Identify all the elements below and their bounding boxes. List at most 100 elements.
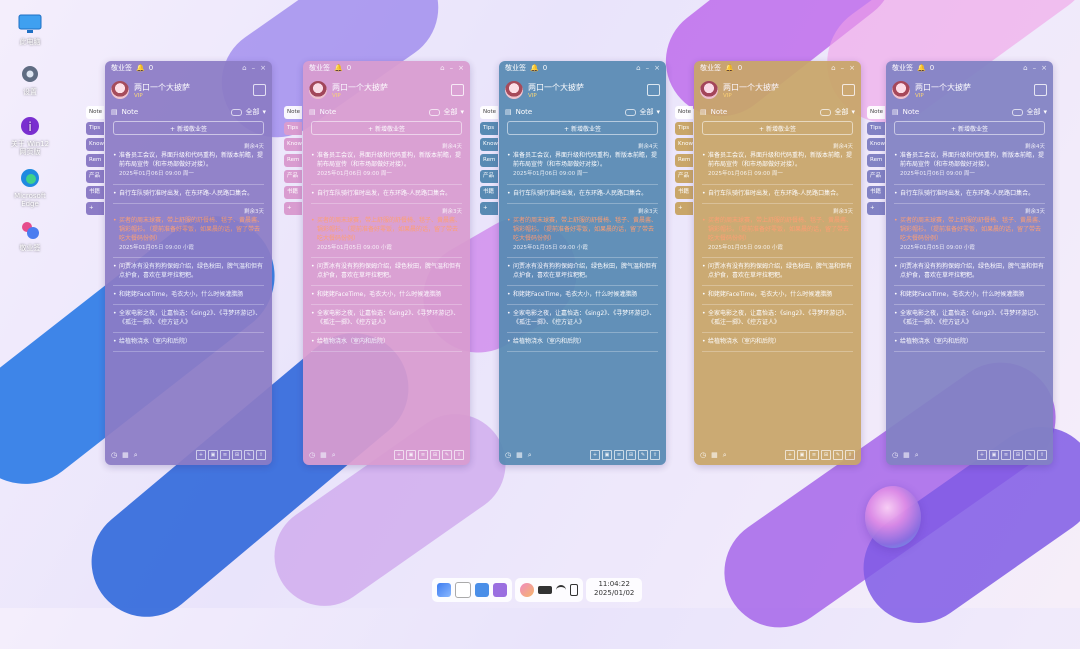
- note-item[interactable]: 剩余3天买者的周末球赛，带上舒服的舒餐椅、毯子、黄晨酱、锅彩帽衫。（提前准备好零…: [113, 204, 264, 258]
- desktop-icon-edge[interactable]: Microsoft Edge: [8, 166, 52, 209]
- note-item[interactable]: 全家电影之夜，让嘉怡选：《sing2》、《寻梦环游记》、《孤注一掷》、《控方证人…: [507, 305, 658, 333]
- calendar-small-icon[interactable]: ▦: [711, 451, 718, 459]
- note-item[interactable]: 剩余3天买者的周末球赛，带上舒服的舒餐椅、毯子、黄晨酱、锅彩帽衫。（提前准备好零…: [702, 204, 853, 258]
- side-tab[interactable]: 书籍: [86, 186, 104, 199]
- filter-dropdown[interactable]: 全部: [245, 107, 259, 117]
- side-tab[interactable]: Tips: [284, 122, 302, 135]
- grid-icon[interactable]: ⊞: [626, 450, 636, 460]
- note-item[interactable]: 问贾冰有没有狗狗保姆介绍，绿色秋田，脾气温和但有点护食，喜欢在草坪拉粑粑。: [702, 258, 853, 286]
- search-icon[interactable]: ⌕: [332, 451, 336, 460]
- add-icon[interactable]: +: [394, 450, 404, 460]
- calendar-small-icon[interactable]: ▦: [516, 451, 523, 459]
- floating-assistant-bubble[interactable]: [865, 486, 921, 548]
- avatar[interactable]: [892, 81, 910, 99]
- calendar-icon[interactable]: [451, 84, 464, 96]
- note-item[interactable]: 问贾冰有没有狗狗保姆介绍，绿色秋田，脾气温和但有点护食，喜欢在草坪拉粑粑。: [894, 258, 1045, 286]
- avatar[interactable]: [505, 81, 523, 99]
- toggle-switch[interactable]: [820, 108, 832, 116]
- add-note-button[interactable]: + 新增敬业签: [894, 121, 1045, 135]
- grid-icon[interactable]: ⊞: [821, 450, 831, 460]
- image-icon[interactable]: ▣: [406, 450, 416, 460]
- toggle-switch[interactable]: [1012, 108, 1024, 116]
- add-icon[interactable]: +: [590, 450, 600, 460]
- pin-icon[interactable]: ⌂: [636, 64, 640, 72]
- pin-icon[interactable]: ⌂: [242, 64, 246, 72]
- side-tab[interactable]: 书籍: [867, 186, 885, 199]
- pin-icon[interactable]: ⌂: [440, 64, 444, 72]
- list-icon[interactable]: ≡: [614, 450, 624, 460]
- add-note-button[interactable]: + 新增敬业签: [113, 121, 264, 135]
- search-icon[interactable]: ⌕: [915, 451, 919, 460]
- filter-dropdown[interactable]: 全部: [639, 107, 653, 117]
- widget-icon[interactable]: [493, 583, 507, 597]
- note-item[interactable]: 和姥姥FaceTime，毛衣大小，什么时候灌腊肠: [507, 286, 658, 305]
- side-tab[interactable]: Know: [284, 138, 302, 151]
- side-tab[interactable]: Rem: [867, 154, 885, 167]
- side-tab[interactable]: +: [867, 202, 885, 215]
- image-icon[interactable]: ▣: [989, 450, 999, 460]
- side-tab[interactable]: Note: [675, 106, 693, 119]
- edit-icon[interactable]: ✎: [244, 450, 254, 460]
- list-icon[interactable]: ≡: [809, 450, 819, 460]
- side-tab[interactable]: +: [675, 202, 693, 215]
- note-item[interactable]: 剩余4天准备员工会议，界面升级和代码重构，新版本前瞻，提前布局宣传（和市场部做好…: [702, 139, 853, 185]
- image-icon[interactable]: ▣: [602, 450, 612, 460]
- pin-icon[interactable]: ⌂: [1023, 64, 1027, 72]
- edit-icon[interactable]: ✎: [638, 450, 648, 460]
- tab-note[interactable]: Note: [711, 108, 728, 116]
- note-item[interactable]: 给植物浇水（室内和后院）: [702, 333, 853, 352]
- side-tab[interactable]: Tips: [867, 122, 885, 135]
- side-tab[interactable]: Know: [480, 138, 498, 151]
- image-icon[interactable]: ▣: [208, 450, 218, 460]
- side-tab[interactable]: 书籍: [675, 186, 693, 199]
- note-item[interactable]: 剩余4天准备员工会议，界面升级和代码重构，新版本前瞻，提前布局宣传（和市场部做好…: [507, 139, 658, 185]
- side-tab[interactable]: Know: [867, 138, 885, 151]
- add-note-button[interactable]: + 新增敬业签: [702, 121, 853, 135]
- calendar-icon[interactable]: [842, 84, 855, 96]
- side-tab[interactable]: Note: [86, 106, 104, 119]
- note-item[interactable]: 自行车队骑行准时出发，在东环路-人民路口集合。: [311, 185, 462, 204]
- edit-icon[interactable]: ✎: [442, 450, 452, 460]
- toggle-switch[interactable]: [429, 108, 441, 116]
- side-tab[interactable]: +: [480, 202, 498, 215]
- minimize-icon[interactable]: –: [1033, 64, 1037, 72]
- bell-icon[interactable]: 🔔: [530, 64, 539, 72]
- desktop-icon-this-pc[interactable]: 此电脑: [8, 12, 52, 46]
- search-icon[interactable]: ⌕: [528, 451, 532, 460]
- close-icon[interactable]: ×: [1041, 64, 1047, 72]
- note-item[interactable]: 全家电影之夜，让嘉怡选：《sing2》、《寻梦环游记》、《孤注一掷》、《控方证人…: [894, 305, 1045, 333]
- share-icon[interactable]: ⇪: [1037, 450, 1047, 460]
- side-tab[interactable]: Tips: [675, 122, 693, 135]
- note-item[interactable]: 给植物浇水（室内和后院）: [507, 333, 658, 352]
- clock-icon[interactable]: ◷: [700, 451, 706, 459]
- filter-dropdown[interactable]: 全部: [834, 107, 848, 117]
- side-tab[interactable]: Know: [675, 138, 693, 151]
- note-item[interactable]: 剩余4天准备员工会议，界面升级和代码重构，新版本前瞻，提前布局宣传（和市场部做好…: [894, 139, 1045, 185]
- side-tab[interactable]: Note: [284, 106, 302, 119]
- calendar-icon[interactable]: [647, 84, 660, 96]
- side-tab[interactable]: Note: [480, 106, 498, 119]
- side-tab[interactable]: Note: [867, 106, 885, 119]
- calendar-icon[interactable]: [1034, 84, 1047, 96]
- note-item[interactable]: 和姥姥FaceTime，毛衣大小，什么时候灌腊肠: [702, 286, 853, 305]
- desktop-icon-settings[interactable]: 设置: [8, 62, 52, 96]
- bell-icon[interactable]: 🔔: [725, 64, 734, 72]
- note-item[interactable]: 和姥姥FaceTime，毛衣大小，什么时候灌腊肠: [311, 286, 462, 305]
- add-icon[interactable]: +: [785, 450, 795, 460]
- calendar-small-icon[interactable]: ▦: [122, 451, 129, 459]
- close-icon[interactable]: ×: [849, 64, 855, 72]
- clock-icon[interactable]: ◷: [309, 451, 315, 459]
- note-item[interactable]: 给植物浇水（室内和后院）: [894, 333, 1045, 352]
- side-tab[interactable]: +: [284, 202, 302, 215]
- note-item[interactable]: 自行车队骑行准时出发，在东环路-人民路口集合。: [507, 185, 658, 204]
- share-icon[interactable]: ⇪: [454, 450, 464, 460]
- tab-note[interactable]: Note: [903, 108, 920, 116]
- grid-icon[interactable]: ⊞: [1013, 450, 1023, 460]
- side-tab[interactable]: +: [86, 202, 104, 215]
- note-item[interactable]: 自行车队骑行准时出发，在东环路-人民路口集合。: [113, 185, 264, 204]
- bell-icon[interactable]: 🔔: [136, 64, 145, 72]
- close-icon[interactable]: ×: [260, 64, 266, 72]
- side-tab[interactable]: 书籍: [480, 186, 498, 199]
- bluetooth-icon[interactable]: [570, 584, 578, 596]
- avatar[interactable]: [309, 81, 327, 99]
